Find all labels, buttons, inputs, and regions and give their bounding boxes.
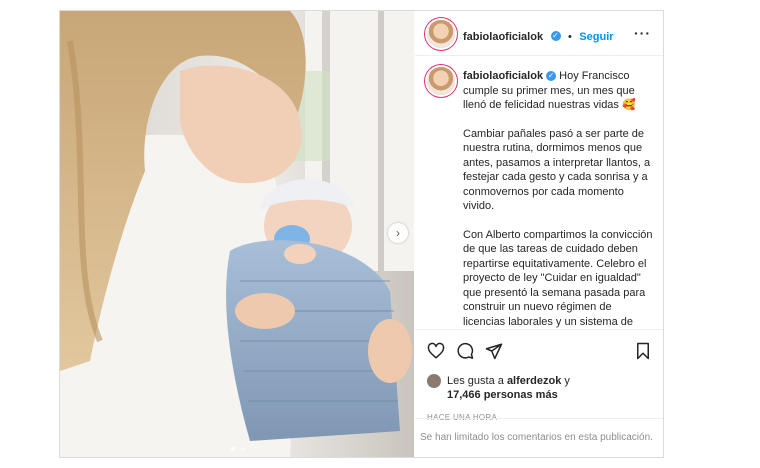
- share-paper-plane-icon[interactable]: [485, 342, 503, 360]
- likes-count[interactable]: 17,466 personas más: [447, 389, 558, 401]
- likes-user[interactable]: alferdezok: [507, 375, 561, 387]
- caption-section: fabiolaoficialok ✓ Hoy Francisco cumple s…: [415, 56, 663, 328]
- instagram-post: › fabiolaoficialok ✓ • Seguir ··· fabiol…: [59, 10, 664, 458]
- verified-badge-icon: ✓: [550, 30, 561, 41]
- comments-limited-notice: Se han limitado los comentarios en esta …: [415, 418, 663, 458]
- likes-connector: y: [564, 375, 570, 387]
- caption-text: fabiolaoficialok ✓ Hoy Francisco cumple s…: [463, 69, 653, 328]
- like-heart-icon[interactable]: [427, 342, 445, 360]
- caption-paragraph-3: Con Alberto compartimos la convicción de…: [463, 228, 653, 328]
- separator-dot: •: [567, 31, 572, 43]
- post-photo[interactable]: ›: [60, 11, 414, 457]
- likes-prefix: Les gusta a: [447, 375, 504, 387]
- avatar[interactable]: [427, 20, 455, 48]
- post-actions: Les gusta a alferdezok y 17,466 personas…: [415, 329, 663, 430]
- liker-avatar[interactable]: [427, 374, 441, 388]
- caption-avatar[interactable]: [427, 67, 455, 95]
- next-photo-button[interactable]: ›: [388, 223, 408, 243]
- likes-summary: Les gusta a alferdezok y 17,466 personas…: [447, 374, 647, 402]
- follow-button[interactable]: Seguir: [579, 31, 613, 43]
- carousel-indicator: [230, 438, 246, 456]
- post-side-panel: fabiolaoficialok ✓ • Seguir ··· fabiolao…: [415, 11, 663, 457]
- carousel-dot-active: [231, 447, 235, 451]
- save-bookmark-icon[interactable]: [635, 342, 651, 360]
- carousel-dot: [241, 447, 246, 451]
- verified-badge-icon: ✓: [546, 71, 557, 82]
- photo-mother-and-baby: [60, 11, 414, 457]
- comments-limited-text: Se han limitado los comentarios en esta …: [420, 432, 653, 443]
- comment-icon[interactable]: [456, 342, 474, 360]
- post-header: fabiolaoficialok ✓ • Seguir ···: [415, 11, 663, 56]
- header-username[interactable]: fabiolaoficialok: [463, 31, 543, 43]
- header-user-line: fabiolaoficialok ✓ • Seguir: [463, 27, 614, 45]
- caption-username[interactable]: fabiolaoficialok: [463, 70, 543, 82]
- more-options-icon[interactable]: ···: [634, 25, 651, 41]
- caption-paragraph-2: Cambiar pañales pasó a ser parte de nues…: [463, 127, 651, 213]
